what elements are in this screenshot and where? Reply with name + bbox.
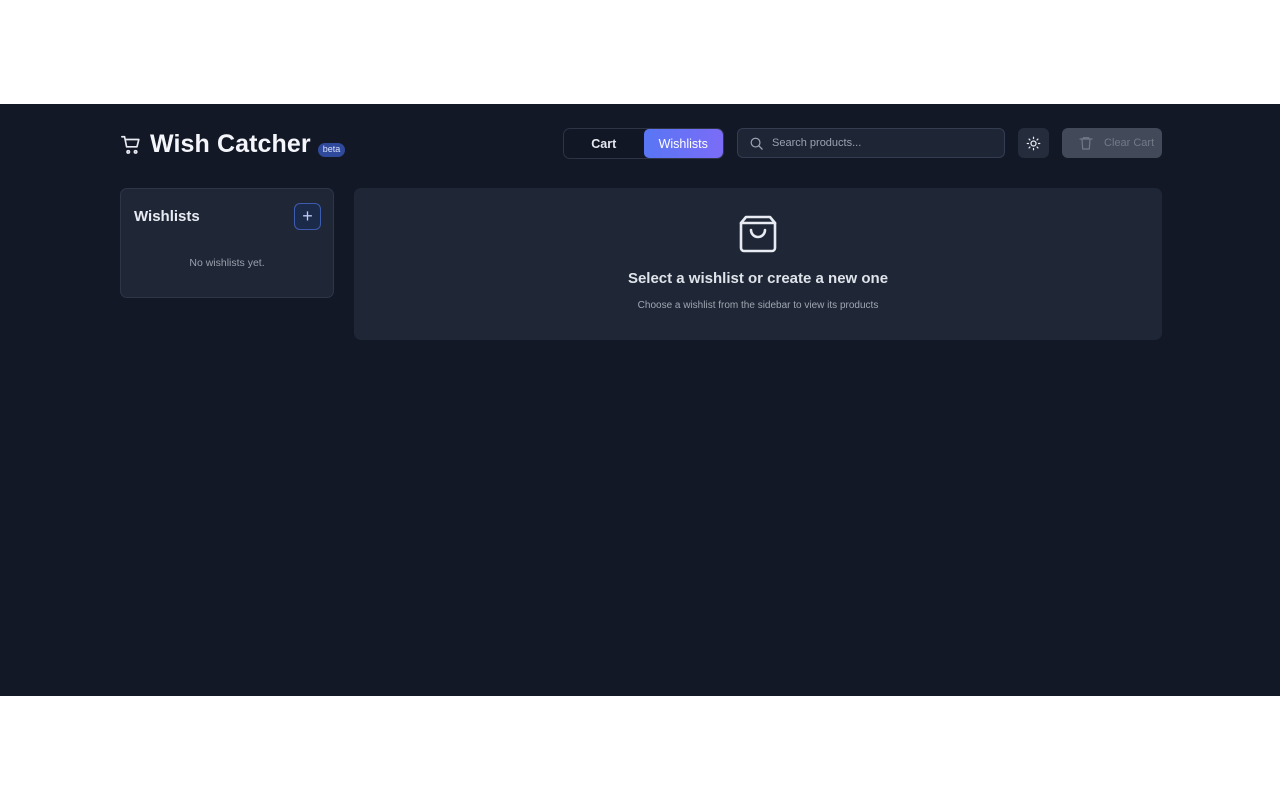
wishlist-sidebar: Wishlists + No wishlists yet.: [120, 188, 334, 298]
search-input[interactable]: [772, 137, 1004, 149]
tab-wishlists[interactable]: Wishlists: [643, 129, 723, 158]
shopping-bag-icon: [739, 215, 777, 253]
view-toggle: Cart Wishlists: [563, 128, 724, 159]
header: Wish Catcher beta Cart Wishlists Clear: [120, 128, 1162, 160]
clear-cart-button[interactable]: Clear Cart: [1062, 128, 1162, 158]
clear-cart-label: Clear Cart: [1104, 137, 1155, 149]
app-root: Wish Catcher beta Cart Wishlists Clear: [0, 104, 1280, 696]
trash-icon: [1079, 137, 1093, 150]
empty-state-heading: Select a wishlist or create a new one: [627, 270, 889, 287]
cart-icon: [121, 135, 140, 154]
sidebar-title: Wishlists: [134, 208, 200, 225]
theme-toggle-button[interactable]: [1018, 128, 1049, 158]
empty-wishlists-text: No wishlists yet.: [189, 257, 265, 269]
tab-cart[interactable]: Cart: [564, 129, 644, 158]
plus-icon: +: [302, 206, 313, 226]
search-icon: [750, 137, 763, 150]
main-panel: Select a wishlist or create a new one Ch…: [354, 188, 1162, 340]
beta-badge: beta: [317, 143, 346, 157]
empty-state-subtext: Choose a wishlist from the sidebar to vi…: [637, 300, 879, 311]
sun-icon: [1026, 136, 1041, 150]
brand: Wish Catcher beta: [120, 128, 346, 160]
add-wishlist-button[interactable]: +: [294, 203, 321, 230]
app-title: Wish Catcher: [150, 129, 311, 158]
search-box: [737, 128, 1005, 158]
